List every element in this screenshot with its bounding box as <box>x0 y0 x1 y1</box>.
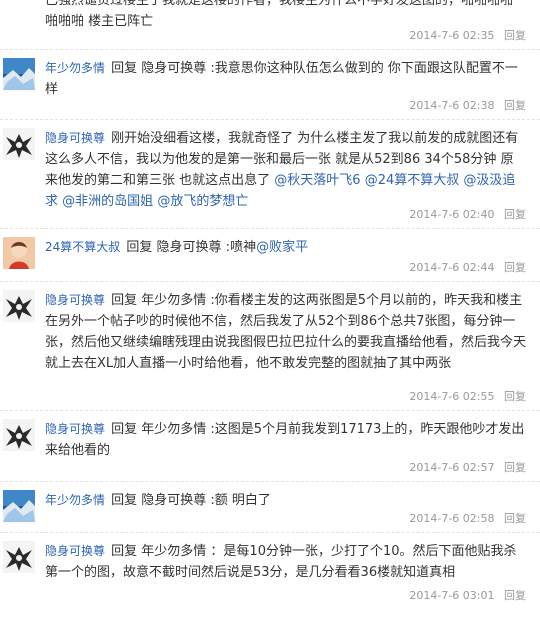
child-photo-avatar-icon <box>3 237 35 269</box>
reply-button[interactable]: 回复 <box>504 461 526 474</box>
reply-button[interactable]: 回复 <box>504 390 526 403</box>
mention-link[interactable]: @秋天落叶飞6 <box>274 173 360 188</box>
reply-content: 已强烈谴责过楼主了我就是这楼的作者，我楼主为什么不学好发这图的，啪啪啪啪啪啪啪 … <box>45 0 526 32</box>
reply-content: 年少勿多情 回复 隐身可换尊 :额 明白了 <box>45 482 526 511</box>
reply-time: 2014-7-6 03:01 <box>409 589 495 602</box>
avatar[interactable] <box>3 128 35 160</box>
avatar[interactable] <box>3 58 35 90</box>
reply-meta: 2014-7-6 02:35 回复 <box>409 29 526 43</box>
reply-button[interactable]: 回复 <box>504 29 526 42</box>
avatar[interactable] <box>3 419 35 451</box>
avatar[interactable] <box>3 490 35 522</box>
reply-text: 回复 隐身可换尊 :我意思你这种队伍怎么做到的 你下面跟这队配置不一样 <box>45 61 518 97</box>
mention-link[interactable]: @败家平 <box>256 240 308 255</box>
reply-text: 回复 年少勿多情 :你看楼主发的这两张图是5个月以前的，昨天我和楼主在另外一个帖… <box>45 293 527 371</box>
landscape-avatar-icon <box>3 490 35 522</box>
reply-item: 年少勿多情 回复 隐身可换尊 :额 明白了 2014-7-6 02:58 回复 <box>0 482 540 533</box>
reply-author[interactable]: 年少勿多情 <box>45 493 105 507</box>
reply-meta: 2014-7-6 02:44 回复 <box>409 261 526 275</box>
reply-author[interactable]: 年少勿多情 <box>45 61 105 75</box>
reply-text: 回复 隐身可换尊 :额 明白了 <box>111 493 271 508</box>
reply-button[interactable]: 回复 <box>504 208 526 221</box>
reply-text: 已强烈谴责过楼主了我就是这楼的作者，我楼主为什么不学好发这图的 <box>45 0 449 8</box>
reply-item: 年少勿多情 回复 隐身可换尊 :我意思你这种队伍怎么做到的 你下面跟这队配置不一… <box>0 50 540 120</box>
reply-content: 隐身可换尊 回复 年少勿多情 :你看楼主发的这两张图是5个月以前的，昨天我和楼主… <box>45 282 526 374</box>
reply-meta: 2014-7-6 02:58 回复 <box>409 512 526 526</box>
avatar[interactable] <box>3 541 35 573</box>
landscape-avatar-icon <box>3 58 35 90</box>
mention-link[interactable]: @放飞的梦想亡 <box>157 194 248 209</box>
dark-emblem-avatar-icon <box>3 128 35 160</box>
reply-button[interactable]: 回复 <box>504 589 526 602</box>
reply-item: 隐身可换尊 回复 年少勿多情 :你看楼主发的这两张图是5个月以前的，昨天我和楼主… <box>0 282 540 411</box>
reply-button[interactable]: 回复 <box>504 261 526 274</box>
reply-time: 2014-7-6 02:57 <box>409 461 495 474</box>
reply-button[interactable]: 回复 <box>504 99 526 112</box>
reply-content: 年少勿多情 回复 隐身可换尊 :我意思你这种队伍怎么做到的 你下面跟这队配置不一… <box>45 50 526 100</box>
reply-item: 隐身可换尊 回复 年少勿多情 :这图是5个月前我发到17173上的，昨天跟他吵才… <box>0 411 540 482</box>
avatar[interactable] <box>3 290 35 322</box>
reply-content: 24算不算大叔 回复 隐身可换尊 :喷神@败家平 <box>45 229 526 258</box>
reply-author[interactable]: 隐身可换尊 <box>45 131 105 145</box>
reply-content: 隐身可换尊 回复 年少勿多情 ：是每10分钟一张，少打了个10。然后下面他贴我杀… <box>45 533 526 583</box>
reply-meta: 2014-7-6 02:57 回复 <box>409 461 526 475</box>
dark-emblem-avatar-icon <box>3 419 35 451</box>
reply-meta: 2014-7-6 03:01 回复 <box>409 589 526 603</box>
reply-meta: 2014-7-6 02:38 回复 <box>409 99 526 113</box>
reply-meta: 2014-7-6 02:55 回复 <box>409 390 526 404</box>
reply-item: 隐身可换尊 回复 年少勿多情 ：是每10分钟一张，少打了个10。然后下面他贴我杀… <box>0 533 540 609</box>
reply-text: 回复 年少勿多情 ：是每10分钟一张，少打了个10。然后下面他贴我杀第一个的图，… <box>45 544 517 580</box>
reply-author[interactable]: 24算不算大叔 <box>45 240 120 254</box>
dark-emblem-avatar-icon <box>3 541 35 573</box>
reply-button[interactable]: 回复 <box>504 512 526 525</box>
reply-time: 2014-7-6 02:55 <box>409 390 495 403</box>
reply-item: 24算不算大叔 回复 隐身可换尊 :喷神@败家平 2014-7-6 02:44 … <box>0 229 540 282</box>
mention-link[interactable]: @非洲的岛国姐 <box>62 194 153 209</box>
reply-author[interactable]: 隐身可换尊 <box>45 293 105 307</box>
reply-content: 隐身可换尊 回复 年少勿多情 :这图是5个月前我发到17173上的，昨天跟他吵才… <box>45 411 526 461</box>
reply-author[interactable]: 隐身可换尊 <box>45 422 105 436</box>
mention-link[interactable]: @24算不算大叔 <box>365 173 460 188</box>
reply-item: 隐身可换尊 刚开始没细看这楼，我就奇怪了 为什么楼主发了我以前发的成就图还有这么… <box>0 120 540 229</box>
reply-time: 2014-7-6 02:44 <box>409 261 495 274</box>
reply-author[interactable]: 隐身可换尊 <box>45 544 105 558</box>
reply-text: 回复 年少勿多情 :这图是5个月前我发到17173上的，昨天跟他吵才发出来给他看… <box>45 422 525 458</box>
reply-meta: 2014-7-6 02:40 回复 <box>409 208 526 222</box>
avatar[interactable] <box>3 237 35 269</box>
dark-emblem-avatar-icon <box>3 290 35 322</box>
reply-time: 2014-7-6 02:40 <box>409 208 495 221</box>
reply-time: 2014-7-6 02:38 <box>409 99 495 112</box>
reply-thread: 已强烈谴责过楼主了我就是这楼的作者，我楼主为什么不学好发这图的，啪啪啪啪啪啪啪 … <box>0 0 540 609</box>
reply-content: 隐身可换尊 刚开始没细看这楼，我就奇怪了 为什么楼主发了我以前发的成就图还有这么… <box>45 120 526 212</box>
reply-time: 2014-7-6 02:58 <box>409 512 495 525</box>
reply-item: 已强烈谴责过楼主了我就是这楼的作者，我楼主为什么不学好发这图的，啪啪啪啪啪啪啪 … <box>0 0 540 50</box>
reply-text: 回复 隐身可换尊 :喷神 <box>126 240 257 255</box>
reply-time: 2014-7-6 02:35 <box>409 29 495 42</box>
